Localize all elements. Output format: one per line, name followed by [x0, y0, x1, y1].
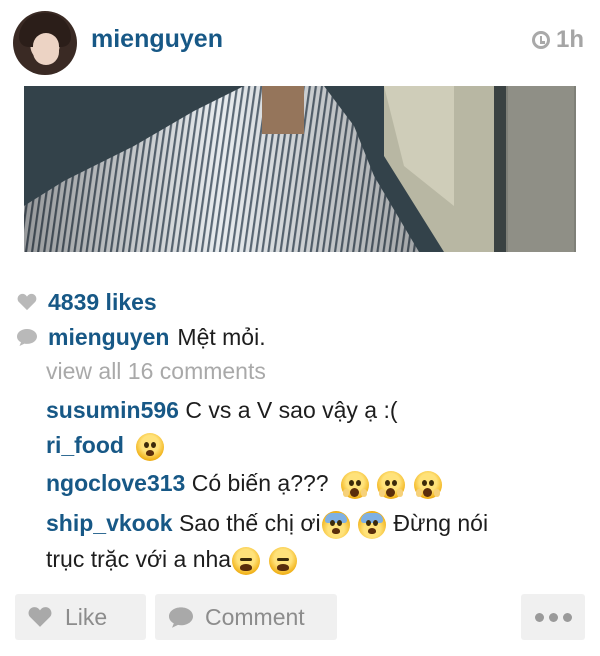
comment-text: Sao thế chị ơi [178, 510, 321, 536]
tired-face-emoji [232, 546, 261, 575]
avatar-face [33, 33, 59, 65]
comment-bubble-icon [169, 607, 193, 628]
tired-face-emoji [268, 546, 297, 575]
heart-icon [17, 293, 37, 311]
more-dots-icon [534, 612, 572, 622]
comment-username[interactable]: ri_food [46, 432, 124, 458]
comment-item: ngoclove313 Có biến ạ??? [46, 466, 443, 500]
comment-text: Có biến ạ??? [191, 470, 329, 496]
comment-item-continued: trục trặc với a nha [46, 542, 298, 576]
likes-row: 4839 likes [16, 287, 157, 317]
comment-item: ship_vkook Sao thế chị ơi Đừng nói [46, 506, 488, 540]
clock-icon [531, 31, 550, 49]
post-header: mienguyen 1h [0, 0, 600, 86]
screaming-face-emoji [413, 470, 442, 499]
cold-sweat-face-emoji [321, 510, 350, 539]
comment-bubble-icon [17, 329, 37, 346]
comment-username[interactable]: ship_vkook [46, 510, 173, 536]
post-photo[interactable] [24, 86, 576, 252]
frowning-face-emoji [136, 432, 165, 461]
comment-text-continued: Đừng nói [393, 510, 489, 536]
caption-row: mienguyen Mệt mỏi. [16, 322, 266, 352]
like-label: Like [65, 603, 108, 630]
comment-item: ri_food [46, 428, 165, 462]
comment-button[interactable]: Comment [155, 594, 337, 640]
post-timestamp: 1h [531, 26, 584, 54]
cold-sweat-face-emoji [358, 510, 386, 539]
caption-username[interactable]: mienguyen [48, 324, 169, 351]
post-username[interactable]: mienguyen [91, 25, 223, 54]
more-options-button[interactable] [521, 594, 585, 640]
heart-icon [28, 607, 52, 627]
avatar[interactable] [13, 11, 77, 75]
comment-text-continued: trục trặc với a nha [46, 546, 232, 572]
screaming-face-emoji [340, 470, 369, 499]
like-button[interactable]: Like [15, 594, 146, 640]
time-label: 1h [555, 26, 584, 53]
comment-label: Comment [205, 603, 305, 630]
likes-count[interactable]: 4839 likes [48, 289, 157, 316]
comment-text: C vs a V sao vậy ạ :( [185, 397, 398, 423]
screaming-face-emoji [377, 470, 406, 499]
comment-item: susumin596 C vs a V sao vậy ạ :( [46, 393, 398, 427]
photo-image [24, 86, 576, 252]
view-all-comments-link[interactable]: view all 16 comments [46, 358, 266, 385]
comment-username[interactable]: susumin596 [46, 397, 179, 423]
comment-username[interactable]: ngoclove313 [46, 470, 185, 496]
caption-text: Mệt mỏi. [177, 323, 266, 350]
